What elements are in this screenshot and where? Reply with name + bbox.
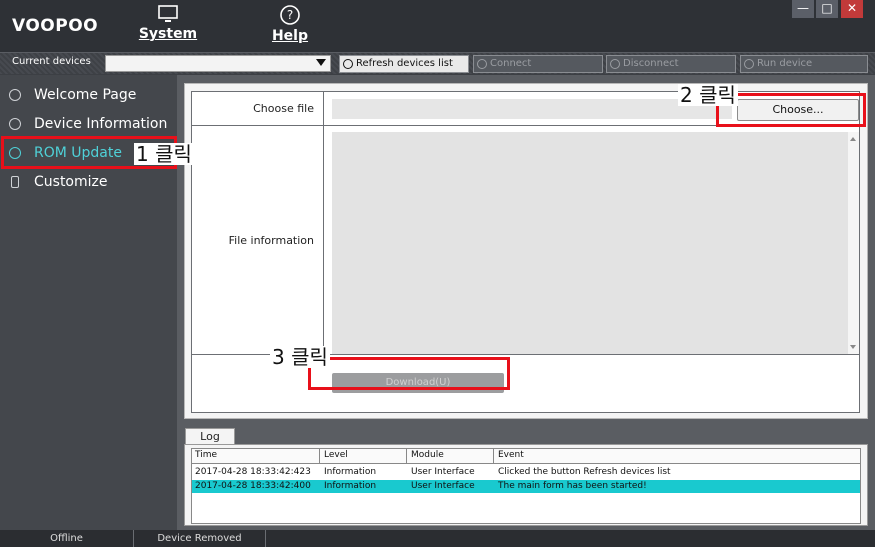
refresh-label: Refresh devices list <box>356 58 453 69</box>
log-time: 2017-04-28 18:33:42:423 <box>195 467 311 477</box>
sidebar-item-welcome[interactable]: Welcome Page <box>0 81 177 109</box>
scroll-up-icon[interactable] <box>850 137 856 141</box>
table-row[interactable]: 2017-04-28 18:33:42:400 Information User… <box>192 480 860 493</box>
run-label: Run device <box>757 58 813 69</box>
step-3-annotation: 3 클릭 <box>270 345 330 369</box>
device-select[interactable] <box>105 55 331 72</box>
connect-button[interactable]: Connect <box>473 55 603 73</box>
run-icon <box>744 59 754 69</box>
connect-icon <box>477 59 487 69</box>
column-header-time[interactable]: Time <box>195 450 217 460</box>
gear-icon <box>9 118 21 130</box>
highlight-choose-button <box>716 93 866 127</box>
column-divider <box>493 449 494 464</box>
tab-log[interactable]: Log <box>185 428 235 444</box>
app-logo: VOOPOO <box>12 16 99 36</box>
disconnect-label: Disconnect <box>623 58 679 69</box>
table-row[interactable]: 2017-04-28 18:33:42:423 Information User… <box>192 466 860 479</box>
main-content: Choose file Choose... File information D… <box>177 75 875 530</box>
log-table: Time Level Module Event 2017-04-28 18:33… <box>191 448 861 524</box>
minimize-button[interactable]: — <box>792 0 814 18</box>
divider <box>323 92 324 354</box>
log-panel: Time Level Module Event 2017-04-28 18:33… <box>184 444 868 526</box>
choose-file-label: Choose file <box>253 102 314 115</box>
disconnect-icon <box>610 59 620 69</box>
help-icon: ? <box>280 5 300 25</box>
sidebar-item-label: Customize <box>34 174 108 190</box>
svg-text:?: ? <box>287 8 293 22</box>
close-button[interactable]: ✕ <box>841 0 863 18</box>
refresh-icon <box>343 59 353 69</box>
log-event: Clicked the button Refresh devices list <box>498 467 671 477</box>
monitor-icon <box>158 5 178 22</box>
disconnect-button[interactable]: Disconnect <box>606 55 736 73</box>
title-bar: VOOPOO System ? Help — □ ✕ <box>0 0 875 52</box>
highlight-download-button <box>308 357 510 390</box>
device-event-status: Device Removed <box>134 530 266 547</box>
scrollbar[interactable] <box>848 132 859 354</box>
step-1-annotation: 1 클릭 <box>134 142 194 166</box>
connect-label: Connect <box>490 58 532 69</box>
chevron-down-icon <box>316 59 326 66</box>
file-information-label: File information <box>228 234 314 247</box>
smile-icon <box>9 89 21 101</box>
menu-system-label: System <box>138 26 198 42</box>
log-module: User Interface <box>411 481 475 491</box>
device-toolbar: Current devices Refresh devices list Con… <box>0 52 875 74</box>
sidebar-item-label: Device Information <box>34 116 168 132</box>
menu-system[interactable]: System <box>128 0 208 52</box>
scroll-down-icon[interactable] <box>850 345 856 349</box>
column-divider <box>406 449 407 464</box>
sidebar-item-device-information[interactable]: Device Information <box>0 110 177 138</box>
refresh-devices-button[interactable]: Refresh devices list <box>339 55 469 73</box>
log-time: 2017-04-28 18:33:42:400 <box>195 481 311 491</box>
menu-help-label: Help <box>271 28 309 44</box>
file-information-area <box>332 132 848 354</box>
log-level: Information <box>324 481 377 491</box>
step-2-annotation: 2 클릭 <box>678 83 738 107</box>
column-header-module[interactable]: Module <box>411 450 444 460</box>
column-header-level[interactable]: Level <box>324 450 348 460</box>
status-bar: Offline Device Removed <box>0 530 875 547</box>
log-event: The main form has been started! <box>498 481 647 491</box>
log-module: User Interface <box>411 467 475 477</box>
menu-help[interactable]: ? Help <box>250 0 330 52</box>
file-path-field[interactable] <box>332 99 732 119</box>
sidebar-item-customize[interactable]: Customize <box>0 168 177 196</box>
column-header-event[interactable]: Event <box>498 450 524 460</box>
connection-status: Offline <box>0 530 134 547</box>
current-devices-label: Current devices <box>12 56 91 67</box>
log-header: Time Level Module Event <box>192 449 860 464</box>
maximize-button[interactable]: □ <box>816 0 838 18</box>
log-level: Information <box>324 467 377 477</box>
bulb-icon <box>11 176 19 188</box>
sidebar-item-label: Welcome Page <box>34 87 137 103</box>
run-device-button[interactable]: Run device <box>740 55 868 73</box>
column-divider <box>319 449 320 464</box>
